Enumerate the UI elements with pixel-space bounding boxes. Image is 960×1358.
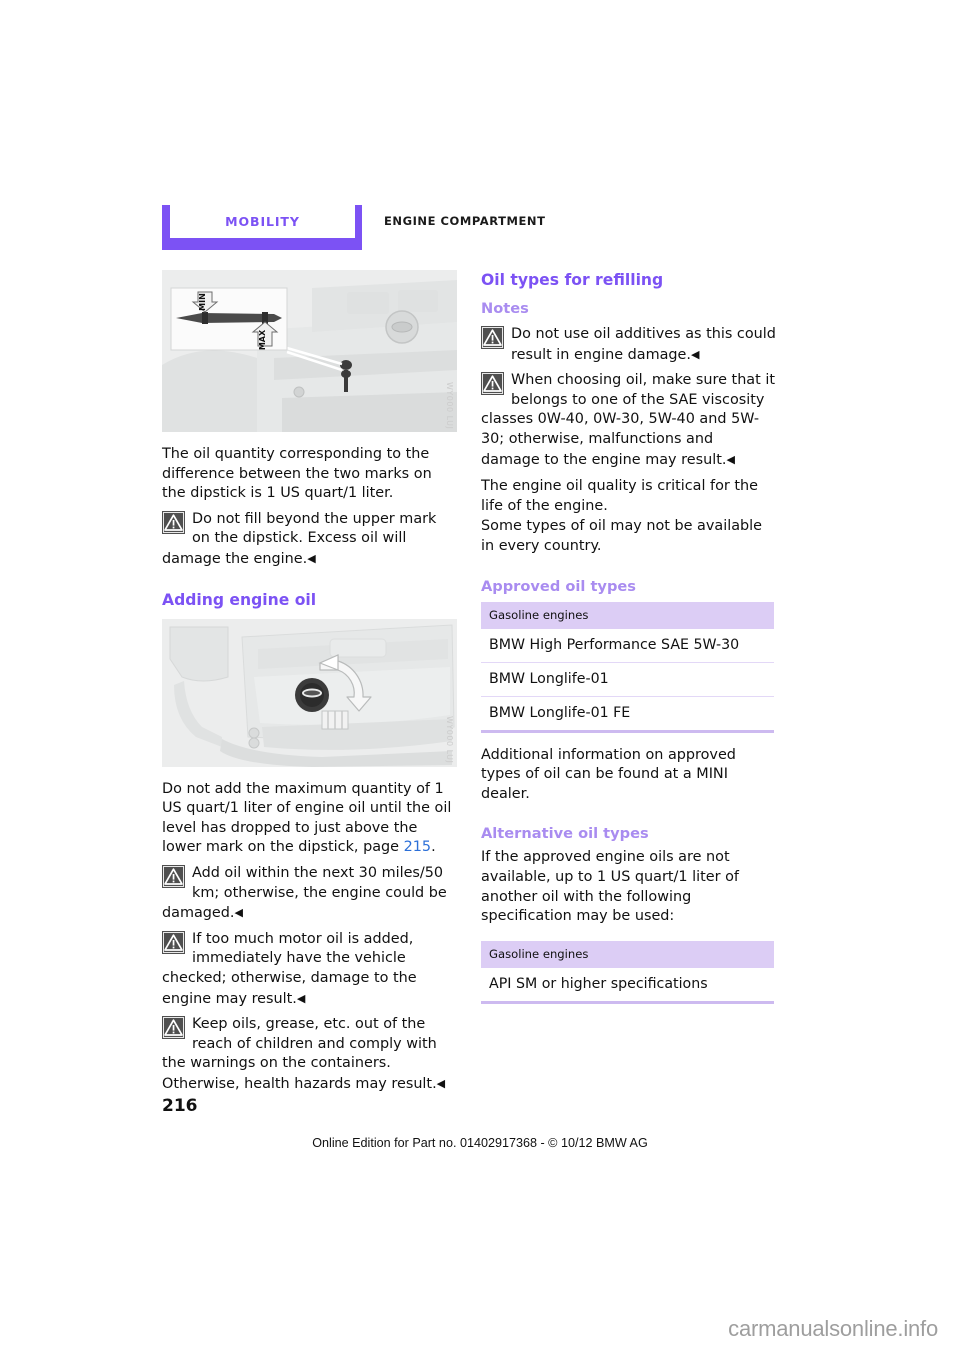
figure-watermark: WY000 LUJ: [445, 716, 454, 764]
svg-text:MIN: MIN: [198, 293, 207, 311]
end-of-text-mark: ◀: [234, 906, 243, 920]
warning-triangle-icon: [481, 326, 504, 349]
chapter-label: MOBILITY: [225, 214, 300, 229]
warning-no-additives: Do not use oil additives as this could r…: [481, 325, 776, 365]
table-cell-oil-type: BMW Longlife-01: [481, 662, 774, 697]
figure-oil-filler-cap: WY000 LUJ: [162, 618, 457, 767]
warning-add-oil-soon: Add oil within the next 30 miles/50 km; …: [162, 864, 457, 924]
table-row: API SM or higher specifications: [481, 967, 774, 1004]
figure-watermark: WY000 LUJ: [445, 381, 454, 429]
chapter-tab: MOBILITY: [162, 205, 362, 250]
table-row: BMW Longlife-01: [481, 662, 774, 697]
table-alternative-oil-types: Gasoline engines API SM or higher specif…: [481, 940, 774, 1004]
warning-triangle-icon: [162, 510, 185, 534]
heading-approved-oil-types: Approved oil types: [481, 577, 636, 595]
table-approved-oil-types: Gasoline engines BMW High Performance SA…: [481, 601, 774, 733]
heading-oil-types-for-refilling: Oil types for refilling: [481, 271, 664, 289]
warning-text: Do not use oil additives as this could r…: [511, 326, 776, 363]
table-cell-oil-type: BMW High Performance SAE 5W-30: [481, 628, 774, 663]
warning-sae-viscosity: When choosing oil, make sure that it bel…: [481, 371, 776, 470]
left-column: MIN MAX WY000 LUJ The oil quantity corre…: [162, 270, 457, 1094]
paragraph-oil-quality: The engine oil quality is critical for t…: [481, 478, 758, 514]
table-row: BMW Longlife-01 FE: [481, 696, 774, 733]
site-watermark: carmanualsonline.info: [728, 1316, 938, 1341]
right-column: Oil types for refilling Notes Do not use…: [481, 270, 776, 1004]
section-label: ENGINE COMPARTMENT: [384, 214, 546, 228]
figure-dipstick: MIN MAX WY000 LUJ: [162, 270, 457, 432]
heading-alternative-oil-types: Alternative oil types: [481, 825, 649, 843]
edition-notice: Online Edition for Part no. 01402917368 …: [312, 1136, 648, 1150]
page-reference-link[interactable]: 215: [404, 839, 431, 855]
table-header-gasoline-engines: Gasoline engines: [481, 601, 774, 629]
paragraph-do-not-add-max: Do not add the maximum quantity of 1 US …: [162, 780, 457, 858]
paragraph-mini-dealer: Additional information on approved types…: [481, 746, 736, 802]
svg-text:MAX: MAX: [258, 329, 267, 350]
oil-filler-illustration: [162, 618, 457, 767]
end-of-text-mark: ◀: [691, 347, 700, 361]
paragraph-availability: Some types of oil may not be available i…: [481, 518, 763, 554]
warning-triangle-icon: [162, 930, 185, 954]
manual-page: MOBILITY ENGINE COMPARTMENT MIN MAX WY00…: [0, 0, 960, 1358]
paragraph-oil-quantity: The oil quantity corresponding to the di…: [162, 446, 432, 502]
warning-triangle-icon: [481, 372, 504, 396]
warning-do-not-overfill: Do not fill beyond the upper mark on the…: [162, 510, 457, 570]
end-of-text-mark: ◀: [296, 991, 306, 1005]
warning-text: If too much motor oil is added, immediat…: [162, 930, 417, 1007]
warning-too-much-oil: If too much motor oil is added, immediat…: [162, 930, 457, 1009]
paragraph-alternative-spec: If the approved engine oils are not avai…: [481, 849, 739, 925]
end-of-text-mark: ◀: [436, 1076, 446, 1090]
warning-text: Keep oils, grease, etc. out of the reach…: [162, 1016, 437, 1092]
table-cell-oil-type: BMW Longlife-01 FE: [481, 696, 774, 733]
warning-text: Do not fill beyond the upper mark on the…: [162, 510, 437, 567]
warning-triangle-icon: [162, 864, 185, 888]
warning-triangle-icon: [162, 1016, 185, 1040]
paragraph-text-b: .: [431, 839, 436, 856]
warning-keep-away-from-children: Keep oils, grease, etc. out of the reach…: [162, 1015, 457, 1094]
running-header: MOBILITY ENGINE COMPARTMENT: [162, 205, 782, 253]
table-row: BMW High Performance SAE 5W-30: [481, 628, 774, 663]
table-header-row: Gasoline engines: [481, 940, 774, 968]
heading-adding-engine-oil: Adding engine oil: [162, 590, 317, 609]
chapter-tab-inner: MOBILITY: [170, 205, 355, 238]
page-number: 216: [162, 1096, 198, 1116]
table-header-row: Gasoline engines: [481, 601, 774, 629]
table-cell-oil-spec: API SM or higher specifications: [481, 967, 774, 1004]
table-header-gasoline-engines: Gasoline engines: [481, 940, 774, 968]
warning-text: Add oil within the next 30 miles/50 km; …: [162, 864, 447, 922]
heading-notes: Notes: [481, 300, 529, 317]
end-of-text-mark: ◀: [726, 452, 735, 466]
end-of-text-mark: ◀: [307, 551, 316, 565]
dipstick-illustration: MIN MAX: [162, 270, 457, 432]
